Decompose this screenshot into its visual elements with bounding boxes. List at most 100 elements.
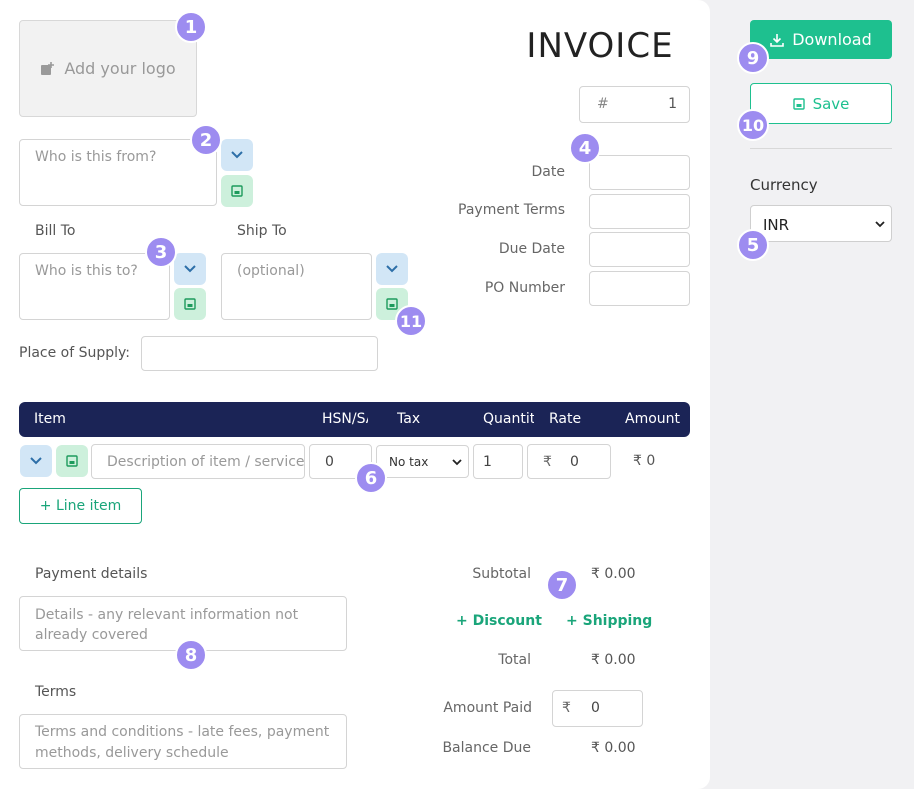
item-rate-currency: ₹ — [543, 454, 552, 470]
amount-paid-input[interactable]: ₹ 0 — [552, 690, 643, 727]
total-label: Total — [498, 652, 531, 668]
currency-select[interactable]: INR — [750, 205, 892, 242]
badge-9: 9 — [737, 42, 769, 74]
due-date-input[interactable] — [589, 232, 690, 267]
invoice-number-prefix: # — [597, 96, 609, 112]
invoice-title: INVOICE — [526, 26, 674, 66]
amount-paid-value: 0 — [591, 700, 600, 716]
header-rate: Rate — [549, 411, 582, 427]
place-of-supply-label: Place of Supply: — [19, 345, 131, 361]
payment-terms-label: Payment Terms — [458, 202, 565, 218]
subtotal-value: ₹ 0.00 — [591, 566, 636, 582]
item-description-input[interactable]: Description of item / service... — [91, 444, 305, 479]
bill-to-placeholder: Who is this to? — [35, 263, 138, 279]
place-of-supply-input[interactable] — [141, 336, 378, 371]
payment-terms-input[interactable] — [589, 194, 690, 229]
invoice-card: Add your logo INVOICE # 1 Who is this fr… — [0, 0, 710, 789]
date-input[interactable] — [589, 155, 690, 190]
po-number-label: PO Number — [484, 280, 565, 296]
save-icon — [792, 97, 805, 110]
currency-label: Currency — [750, 176, 818, 194]
subtotal-label: Subtotal — [472, 566, 531, 582]
items-table-header: Item HSN/SAC Tax Quantity Rate Amount — [19, 402, 690, 437]
chevron-down-icon — [452, 459, 462, 466]
terms-input[interactable]: Terms and conditions - late fees, paymen… — [19, 714, 347, 769]
add-line-item-label: + Line item — [39, 498, 122, 514]
header-quantity: Quantity — [483, 411, 534, 427]
total-value: ₹ 0.00 — [591, 652, 636, 668]
item-amount: ₹ 0 — [633, 453, 656, 469]
save-icon — [386, 298, 398, 310]
sidebar-divider — [750, 148, 892, 149]
due-date-label: Due Date — [498, 241, 565, 257]
badge-4: 4 — [569, 132, 601, 164]
header-tax: Tax — [397, 411, 421, 427]
add-logo-area[interactable]: Add your logo — [19, 20, 197, 117]
badge-5: 5 — [737, 229, 769, 261]
bill-to-save-button[interactable] — [174, 288, 206, 320]
po-number-input[interactable] — [589, 271, 690, 306]
from-save-button[interactable] — [221, 175, 253, 207]
add-line-item-button[interactable]: + Line item — [19, 488, 142, 524]
bill-to-label: Bill To — [35, 223, 76, 239]
item-quantity-value: 1 — [483, 454, 492, 470]
item-save-button[interactable] — [56, 445, 88, 477]
date-label: Date — [531, 164, 565, 180]
badge-2: 2 — [190, 124, 222, 156]
save-icon — [66, 455, 78, 467]
chevron-down-icon — [875, 221, 885, 228]
item-rate-value: 0 — [570, 454, 579, 470]
chevron-down-icon — [184, 265, 196, 273]
item-description-placeholder: Description of item / service... — [107, 454, 305, 470]
header-item: Item — [34, 411, 66, 427]
currency-selected: INR — [763, 216, 790, 234]
invoice-number-field[interactable]: # 1 — [579, 86, 690, 123]
save-button[interactable]: Save — [750, 83, 892, 124]
chevron-down-icon — [30, 457, 42, 465]
header-hsn: HSN/SAC — [322, 411, 368, 427]
image-add-icon — [41, 61, 55, 75]
add-discount-link[interactable]: + Discount — [456, 613, 542, 629]
amount-paid-label: Amount Paid — [443, 700, 532, 716]
terms-label: Terms — [35, 684, 77, 700]
download-label: Download — [792, 30, 872, 49]
from-placeholder: Who is this from? — [35, 149, 157, 165]
ship-to-placeholder: (optional) — [237, 263, 305, 279]
add-shipping-link[interactable]: + Shipping — [566, 613, 652, 629]
bill-to-dropdown-button[interactable] — [174, 253, 206, 285]
badge-11: 11 — [395, 305, 427, 337]
balance-due-label: Balance Due — [442, 740, 531, 756]
badge-1: 1 — [175, 11, 207, 43]
terms-placeholder: Terms and conditions - late fees, paymen… — [35, 724, 330, 761]
ship-to-label: Ship To — [237, 223, 287, 239]
item-quantity-input[interactable]: 1 — [473, 444, 523, 479]
download-button[interactable]: Download — [750, 20, 892, 59]
ship-to-field[interactable]: (optional) — [221, 253, 372, 320]
ship-to-dropdown-button[interactable] — [376, 253, 408, 285]
balance-due-value: ₹ 0.00 — [591, 740, 636, 756]
badge-6: 6 — [355, 462, 387, 494]
badge-3: 3 — [145, 236, 177, 268]
item-hsn-value: 0 — [325, 454, 334, 470]
from-field[interactable]: Who is this from? — [19, 139, 217, 206]
add-logo-label: Add your logo — [64, 59, 176, 78]
item-tax-select[interactable]: No tax — [376, 445, 469, 478]
save-label: Save — [812, 94, 850, 113]
download-icon — [770, 33, 785, 47]
from-dropdown-button[interactable] — [221, 139, 253, 171]
item-dropdown-button[interactable] — [20, 445, 52, 477]
item-rate-input[interactable]: ₹ 0 — [527, 444, 611, 479]
save-icon — [231, 185, 243, 197]
item-tax-selected: No tax — [389, 455, 429, 469]
payment-details-label: Payment details — [35, 566, 148, 582]
save-icon — [184, 298, 196, 310]
invoice-number-value: 1 — [668, 96, 677, 112]
chevron-down-icon — [386, 265, 398, 273]
amount-paid-currency: ₹ — [562, 700, 571, 716]
payment-details-placeholder: Details - any relevant information not a… — [35, 607, 299, 643]
header-amount: Amount — [625, 411, 681, 427]
bill-to-field[interactable]: Who is this to? — [19, 253, 170, 320]
chevron-down-icon — [231, 151, 243, 159]
badge-7: 7 — [546, 569, 578, 601]
badge-10: 10 — [737, 109, 769, 141]
